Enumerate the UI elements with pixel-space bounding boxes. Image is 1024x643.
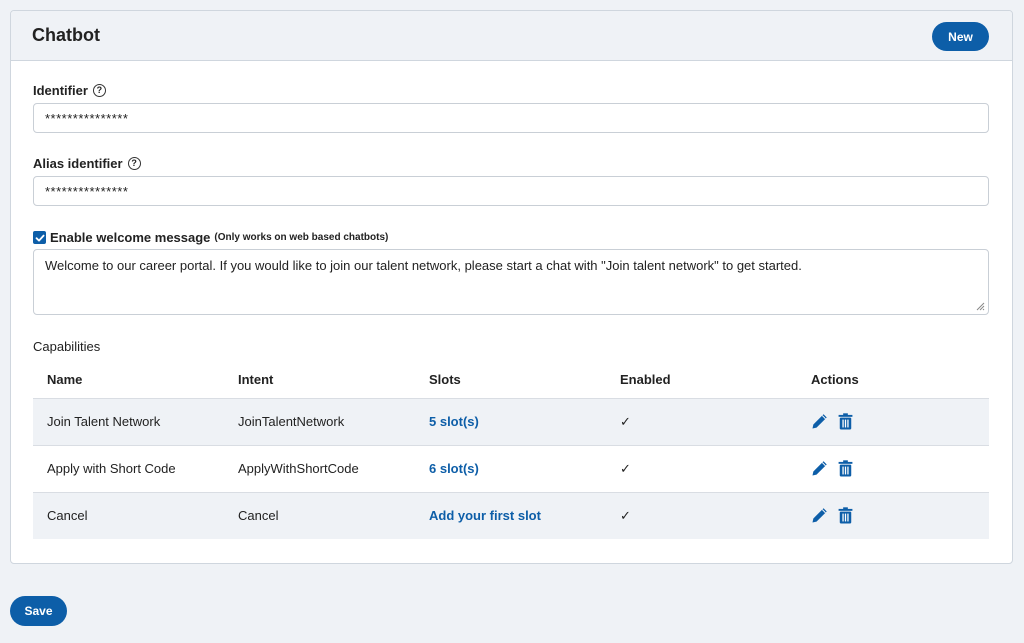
add-first-slot-link[interactable]: Add your first slot [429, 508, 541, 523]
table-row: Cancel Cancel Add your first slot ✓ [33, 492, 989, 539]
row-intent: JoinTalentNetwork [224, 398, 415, 446]
row-actions [797, 445, 989, 493]
save-button[interactable]: Save [10, 596, 67, 626]
help-icon[interactable]: ? [127, 157, 141, 170]
welcome-checkbox-note: (Only works on web based chatbots) [214, 232, 389, 243]
slots-link[interactable]: 5 slot(s) [429, 414, 479, 429]
row-enabled: ✓ [606, 445, 797, 493]
alias-identifier-input[interactable] [33, 176, 989, 206]
trash-icon[interactable] [838, 460, 853, 477]
welcome-message-textarea[interactable]: Welcome to our career portal. If you wou… [33, 249, 989, 315]
table-header-row: Name Intent Slots Enabled Actions [33, 361, 989, 399]
row-name: Cancel [33, 492, 224, 539]
column-header-name: Name [33, 361, 224, 399]
row-name: Apply with Short Code [33, 445, 224, 493]
alias-identifier-label: Alias identifier ? [33, 156, 141, 171]
welcome-checkbox-label[interactable]: Enable welcome message [50, 230, 210, 245]
row-name: Join Talent Network [33, 398, 224, 446]
welcome-message-text: Welcome to our career portal. If you wou… [45, 258, 802, 273]
identifier-input[interactable] [33, 103, 989, 133]
pencil-icon[interactable] [811, 460, 828, 477]
table-row: Join Talent Network JoinTalentNetwork 5 … [33, 398, 989, 446]
column-header-intent: Intent [224, 361, 415, 399]
row-intent: Cancel [224, 492, 415, 539]
pencil-icon[interactable] [811, 507, 828, 524]
pencil-icon[interactable] [811, 413, 828, 430]
row-intent: ApplyWithShortCode [224, 445, 415, 493]
page-title: Chatbot [32, 25, 100, 45]
row-actions [797, 398, 989, 446]
enabled-check: ✓ [620, 507, 631, 523]
welcome-checkbox-row: Enable welcome message (Only works on we… [33, 230, 388, 245]
row-slots-cell: 5 slot(s) [415, 398, 606, 446]
alias-identifier-label-text: Alias identifier [33, 156, 123, 171]
column-header-enabled: Enabled [606, 361, 797, 399]
resize-grip-icon[interactable] [975, 301, 985, 311]
trash-icon[interactable] [838, 413, 853, 430]
slots-link[interactable]: 6 slot(s) [429, 461, 479, 476]
identifier-label: Identifier ? [33, 83, 106, 98]
capabilities-table: Name Intent Slots Enabled Actions Join T… [33, 361, 989, 539]
new-button[interactable]: New [932, 22, 989, 51]
checkbox-checked-icon[interactable] [33, 231, 46, 244]
enabled-check: ✓ [620, 413, 631, 429]
identifier-label-text: Identifier [33, 83, 88, 98]
row-actions [797, 492, 989, 539]
table-row: Apply with Short Code ApplyWithShortCode… [33, 445, 989, 493]
row-enabled: ✓ [606, 492, 797, 539]
trash-icon[interactable] [838, 507, 853, 524]
row-slots-cell: 6 slot(s) [415, 445, 606, 493]
capabilities-title: Capabilities [33, 339, 101, 354]
row-slots-cell: Add your first slot [415, 492, 606, 539]
column-header-actions: Actions [797, 361, 989, 399]
row-enabled: ✓ [606, 398, 797, 446]
help-icon[interactable]: ? [92, 84, 106, 97]
panel-header: Chatbot New [11, 11, 1012, 61]
enabled-check: ✓ [620, 460, 631, 476]
chatbot-panel: Chatbot New Identifier ? Alias identifie… [10, 10, 1013, 564]
column-header-slots: Slots [415, 361, 606, 399]
